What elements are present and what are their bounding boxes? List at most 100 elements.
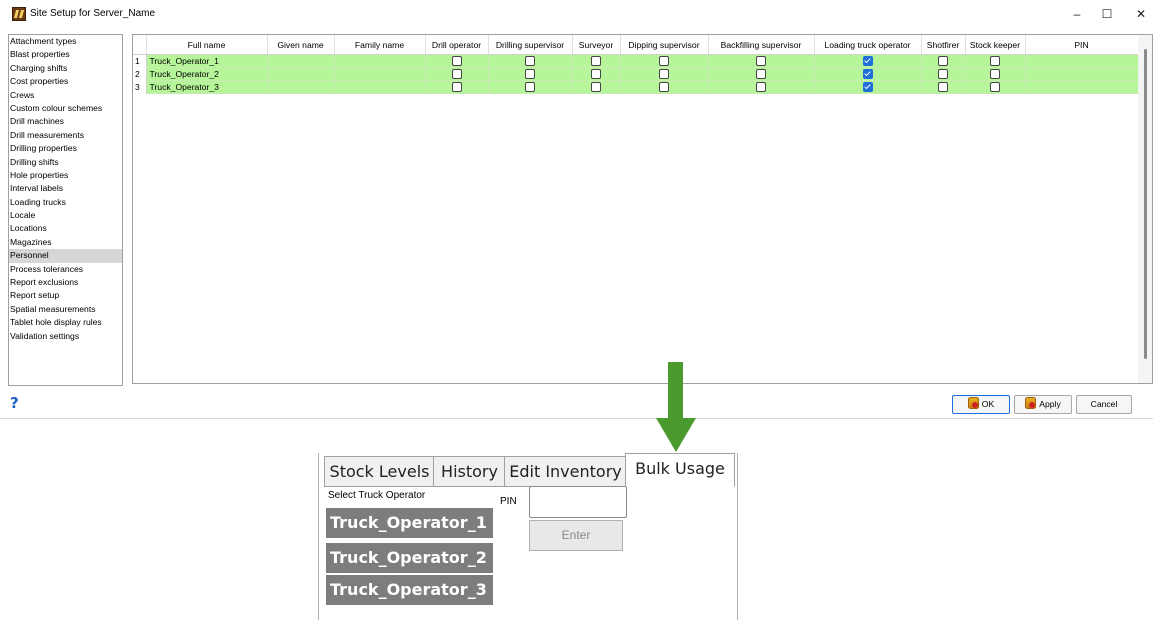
- cell-given-name[interactable]: [267, 80, 335, 94]
- checkbox[interactable]: [938, 56, 948, 66]
- checkbox[interactable]: [938, 82, 948, 92]
- col-header-drill-operator[interactable]: Drill operator: [425, 35, 489, 55]
- category-item-loading-trucks[interactable]: Loading trucks: [9, 196, 122, 209]
- category-item-custom-colour-schemes[interactable]: Custom colour schemes: [9, 102, 122, 115]
- cell-family-name[interactable]: [334, 80, 426, 94]
- truck-operator-1-button[interactable]: Truck_Operator_1: [326, 508, 493, 538]
- scrollbar-thumb[interactable]: [1144, 49, 1147, 359]
- checkbox[interactable]: [659, 56, 669, 66]
- cell-full-name[interactable]: Truck_Operator_2: [146, 67, 268, 81]
- apply-button[interactable]: Apply: [1014, 395, 1072, 414]
- ok-button[interactable]: OK: [952, 395, 1010, 414]
- col-header-given-name[interactable]: Given name: [267, 35, 335, 55]
- cell-given-name[interactable]: [267, 67, 335, 81]
- checkbox[interactable]: [990, 56, 1000, 66]
- col-header-dipping-supervisor[interactable]: Dipping supervisor: [620, 35, 709, 55]
- checkbox[interactable]: [938, 69, 948, 79]
- cell-checkbox: [620, 67, 709, 81]
- cell-full-name[interactable]: Truck_Operator_3: [146, 80, 268, 94]
- table-row[interactable]: 2 Truck_Operator_2: [133, 67, 1139, 81]
- enter-button[interactable]: Enter: [529, 520, 623, 551]
- checkbox[interactable]: [756, 82, 766, 92]
- row-number[interactable]: 1: [133, 54, 147, 68]
- tab-history[interactable]: History: [433, 456, 506, 487]
- bulk-usage-panel: Stock Levels History Edit Inventory Bulk…: [318, 453, 738, 620]
- table-row[interactable]: 1 Truck_Operator_1: [133, 54, 1139, 68]
- table-row[interactable]: 3 Truck_Operator_3: [133, 80, 1139, 94]
- category-item-locale[interactable]: Locale: [9, 209, 122, 222]
- category-item-blast-properties[interactable]: Blast properties: [9, 48, 122, 61]
- cancel-button[interactable]: Cancel: [1076, 395, 1132, 414]
- checkbox[interactable]: [990, 69, 1000, 79]
- category-item-cost-properties[interactable]: Cost properties: [9, 75, 122, 88]
- category-item-report-exclusions[interactable]: Report exclusions: [9, 276, 122, 289]
- cell-given-name[interactable]: [267, 54, 335, 68]
- category-item-charging-shifts[interactable]: Charging shifts: [9, 62, 122, 75]
- minimize-button[interactable]: –: [1060, 4, 1094, 24]
- col-header-surveyor[interactable]: Surveyor: [572, 35, 621, 55]
- checkbox[interactable]: [525, 69, 535, 79]
- checkbox[interactable]: [756, 69, 766, 79]
- pin-input[interactable]: [529, 486, 627, 518]
- checkbox[interactable]: [990, 82, 1000, 92]
- checkbox[interactable]: [451, 82, 462, 92]
- category-item-crews[interactable]: Crews: [9, 89, 122, 102]
- checkbox[interactable]: [451, 56, 462, 66]
- category-item-attachment-types[interactable]: Attachment types: [9, 35, 122, 48]
- category-item-drilling-properties[interactable]: Drilling properties: [9, 142, 122, 155]
- col-header-loading-truck-operator[interactable]: Loading truck operator: [814, 35, 922, 55]
- checkbox-checked[interactable]: [862, 56, 873, 66]
- category-item-locations[interactable]: Locations: [9, 222, 122, 235]
- checkbox[interactable]: [525, 56, 535, 66]
- category-item-spatial-measurements[interactable]: Spatial measurements: [9, 303, 122, 316]
- col-header-pin[interactable]: PIN: [1025, 35, 1139, 55]
- col-header-backfilling-supervisor[interactable]: Backfilling supervisor: [708, 35, 815, 55]
- tab-stock-levels[interactable]: Stock Levels: [324, 456, 435, 487]
- cell-checkbox: [620, 54, 709, 68]
- category-item-process-tolerances[interactable]: Process tolerances: [9, 263, 122, 276]
- help-icon[interactable]: ?: [10, 394, 19, 412]
- cell-checkbox: [708, 80, 815, 94]
- col-header-family-name[interactable]: Family name: [334, 35, 426, 55]
- checkbox-checked[interactable]: [862, 69, 873, 79]
- checkbox[interactable]: [591, 69, 601, 79]
- col-header-full-name[interactable]: Full name: [146, 35, 268, 55]
- category-item-hole-properties[interactable]: Hole properties: [9, 169, 122, 182]
- category-item-drill-machines[interactable]: Drill machines: [9, 115, 122, 128]
- tab-edit-inventory[interactable]: Edit Inventory: [504, 456, 627, 487]
- checkbox[interactable]: [591, 56, 601, 66]
- maximize-button[interactable]: ☐: [1090, 4, 1124, 24]
- row-number[interactable]: 2: [133, 67, 147, 81]
- truck-operator-3-button[interactable]: Truck_Operator_3: [326, 575, 493, 605]
- vertical-scrollbar[interactable]: [1138, 35, 1152, 383]
- down-arrow-shaft: [668, 362, 683, 420]
- category-item-interval-labels[interactable]: Interval labels: [9, 182, 122, 195]
- checkbox-checked[interactable]: [862, 82, 873, 92]
- category-item-magazines[interactable]: Magazines: [9, 236, 122, 249]
- tab-bulk-usage[interactable]: Bulk Usage: [625, 453, 735, 487]
- category-item-drilling-shifts[interactable]: Drilling shifts: [9, 156, 122, 169]
- row-number[interactable]: 3: [133, 80, 147, 94]
- checkbox[interactable]: [591, 82, 601, 92]
- checkbox[interactable]: [659, 69, 669, 79]
- close-button[interactable]: ✕: [1124, 4, 1153, 24]
- checkbox[interactable]: [659, 82, 669, 92]
- category-item-personnel[interactable]: Personnel: [9, 249, 122, 263]
- truck-operator-2-button[interactable]: Truck_Operator_2: [326, 543, 493, 573]
- col-header-stock-keeper[interactable]: Stock keeper: [965, 35, 1026, 55]
- checkbox[interactable]: [451, 69, 462, 79]
- category-item-validation-settings[interactable]: Validation settings: [9, 330, 122, 343]
- category-item-drill-measurements[interactable]: Drill measurements: [9, 129, 122, 142]
- cell-pin[interactable]: [1025, 54, 1139, 68]
- checkbox[interactable]: [756, 56, 766, 66]
- col-header-drilling-supervisor[interactable]: Drilling supervisor: [488, 35, 573, 55]
- col-header-shotfirer[interactable]: Shotfirer: [921, 35, 966, 55]
- checkbox[interactable]: [525, 82, 535, 92]
- cell-full-name[interactable]: Truck_Operator_1: [146, 54, 268, 68]
- cell-family-name[interactable]: [334, 67, 426, 81]
- cell-pin[interactable]: [1025, 80, 1139, 94]
- category-item-tablet-hole-display-rules[interactable]: Tablet hole display rules: [9, 316, 122, 329]
- cell-family-name[interactable]: [334, 54, 426, 68]
- category-item-report-setup[interactable]: Report setup: [9, 289, 122, 302]
- cell-pin[interactable]: [1025, 67, 1139, 81]
